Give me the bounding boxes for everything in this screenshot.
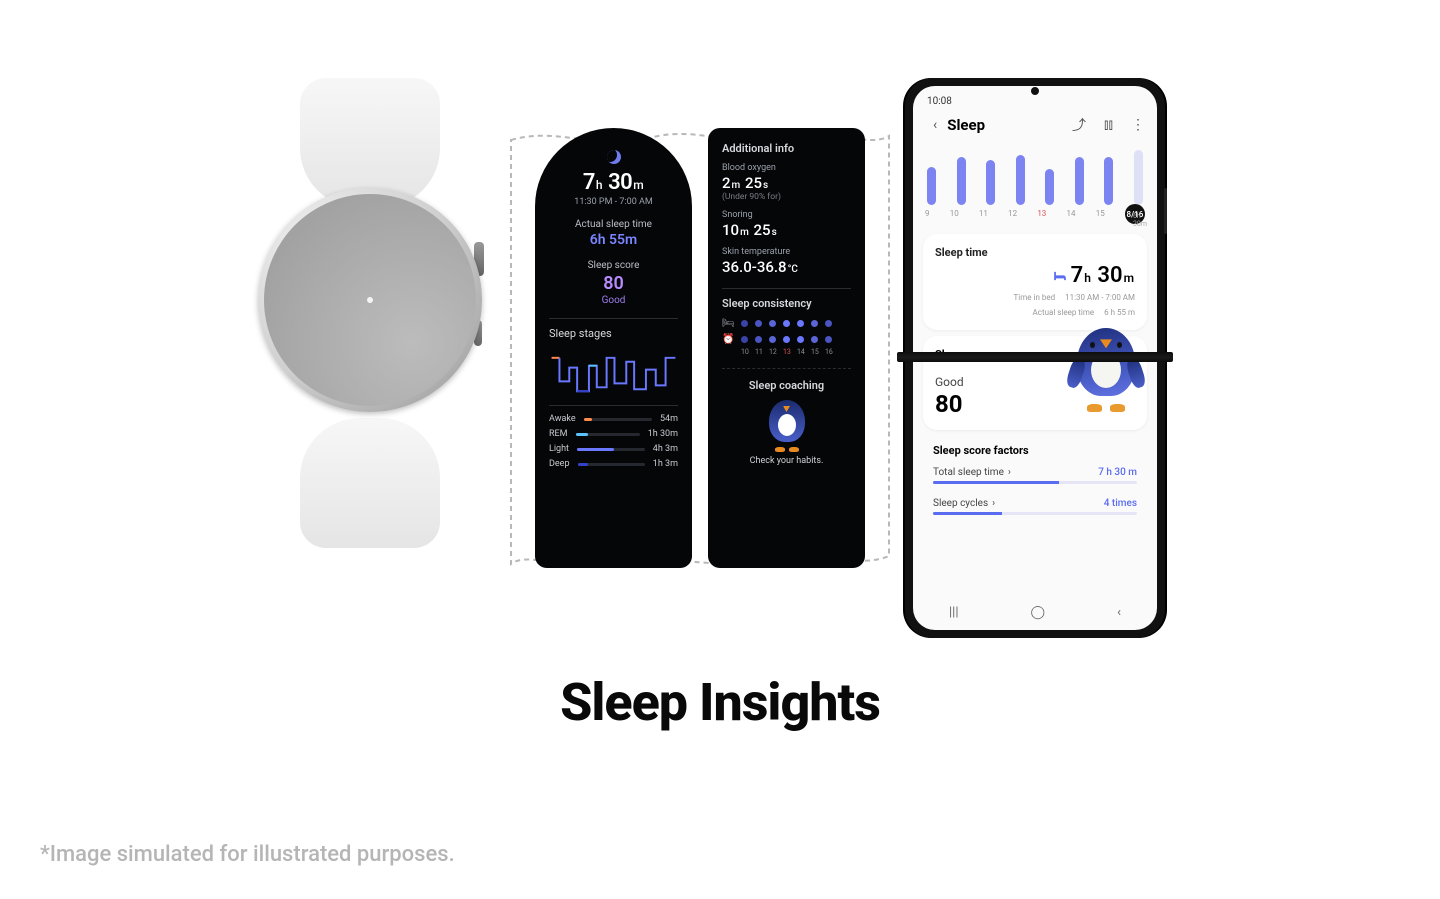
actual-sleep-value: 6h 55m	[549, 232, 678, 248]
nav-recent-icon[interactable]: |||	[949, 605, 959, 620]
camera-notch	[1031, 87, 1039, 95]
sleep-stages-chart	[549, 348, 678, 406]
page-title: Sleep	[947, 116, 1054, 134]
nav-home-icon[interactable]: ◯	[1031, 605, 1046, 620]
share-icon[interactable]: ⤴	[1072, 115, 1086, 135]
sleep-stages-title: Sleep stages	[549, 327, 678, 340]
watch-date: WED16	[272, 271, 468, 286]
actual-sleep-value: 6 h 55 m	[1104, 307, 1135, 318]
watch-tip-top: ✓ Get natural light	[333, 224, 407, 249]
sleep-time-value: 7h 30m	[1071, 263, 1135, 288]
headline: Sleep Insights	[0, 672, 1440, 733]
legend-row-awake: Awake54m	[549, 414, 678, 424]
more-icon[interactable]: ⋮	[1131, 117, 1145, 133]
skin-temp-label: Skin temperature	[722, 247, 851, 257]
coaching-section[interactable]: Sleep coaching Check your habits.	[722, 379, 851, 466]
factor-row-cycles[interactable]: Sleep cycles› 4 times	[933, 498, 1137, 509]
total-sleep: 7h 30m	[549, 170, 678, 195]
blood-oxygen-sub: (Under 90% for)	[722, 192, 851, 202]
time-in-bed-value: 11:30 AM - 7:00 AM	[1065, 292, 1135, 303]
time-in-bed-label: Time in bed	[1014, 292, 1056, 303]
panel-additional-info: Additional info Blood oxygen 2m 25s (Und…	[708, 128, 865, 568]
watch-band-bottom	[300, 418, 440, 548]
consistency-grid: 🛏 ⏰ 10111213141516	[722, 318, 851, 356]
second-hand	[369, 300, 371, 374]
additional-info-title: Additional info	[722, 142, 851, 155]
sleep-time-card[interactable]: Sleep time 7h 30m Time in bed 11:30 AM - …	[923, 234, 1147, 330]
factor-row-total[interactable]: Total sleep time› 7 h 30 m	[933, 467, 1137, 478]
watch-score-label: ⏰ Sleep score 80	[333, 361, 407, 381]
sleep-score-value: 80	[549, 273, 678, 294]
watch-center-pin	[367, 297, 373, 303]
app-header: ‹ Sleep ⤴ ⫾⫾ ⋮	[913, 111, 1157, 145]
back-icon[interactable]: ‹	[933, 117, 937, 133]
score-factors-section: Sleep score factors Total sleep time› 7 …	[923, 440, 1147, 519]
watch-dial[interactable]: 🛏 ✓ ✓ Get natural light WED16 3/7 ⏰ Slee…	[272, 202, 468, 398]
moon-icon	[607, 150, 621, 164]
phone-side-button[interactable]	[1164, 188, 1167, 234]
watch-case: 🛏 ✓ ✓ Get natural light WED16 3/7 ⏰ Slee…	[258, 188, 482, 412]
alarm-icon: ⏰	[722, 334, 734, 345]
sleep-score-label: Sleep score	[549, 260, 678, 271]
stages-legend: Awake54m REM1h 30m Light4h 3m Deep1h 3m	[549, 414, 678, 469]
sleep-score-word: Good	[549, 295, 678, 306]
legend-row-deep: Deep1h 3m	[549, 459, 678, 469]
penguin-icon	[1071, 328, 1141, 410]
disclaimer: *Image simulated for illustrated purpose…	[40, 842, 455, 867]
legend-row-light: Light4h 3m	[549, 444, 678, 454]
legend-row-rem: REM1h 30m	[549, 429, 678, 439]
fold-hinge	[897, 352, 1173, 362]
watch-fraction: 3/7	[413, 295, 428, 306]
chevron-right-icon: ›	[1008, 467, 1011, 478]
chevron-right-icon: ›	[992, 498, 995, 509]
snoring-label: Snoring	[722, 210, 851, 220]
factors-title: Sleep score factors	[933, 444, 1137, 457]
blood-oxygen-label: Blood oxygen	[722, 163, 851, 173]
weekly-chart[interactable]: 6h30m 91011121314158/16	[913, 145, 1157, 228]
actual-sleep-label: Actual sleep time	[1033, 307, 1095, 318]
consistency-title: Sleep consistency	[722, 297, 851, 310]
check-icon: ✓	[308, 254, 322, 268]
skin-temp-value: 36.0-36.8°C	[722, 258, 851, 276]
divider	[722, 288, 851, 289]
bed-icon: 🛏	[319, 242, 333, 256]
coaching-subtitle: Check your habits.	[722, 456, 851, 466]
bed-icon	[1053, 270, 1067, 282]
penguin-icon	[355, 318, 385, 354]
smartwatch: 🛏 ✓ ✓ Get natural light WED16 3/7 ⏰ Slee…	[245, 78, 495, 548]
minute-hand	[369, 266, 426, 301]
stage: 🛏 ✓ ✓ Get natural light WED16 3/7 ⏰ Slee…	[0, 0, 1440, 638]
snoring-value: 10m 25s	[722, 221, 851, 239]
hour-hand	[329, 275, 371, 302]
smartphone: 10:08 ‹ Sleep ⤴ ⫾⫾ ⋮ 6h30m 9101112131415…	[905, 78, 1165, 638]
android-nav-bar: ||| ◯ ‹	[913, 595, 1157, 630]
divider-dashed	[722, 368, 851, 369]
sleep-range: 11:30 PM - 7:00 AM	[549, 197, 678, 207]
penguin-icon	[766, 400, 808, 450]
sleep-time-title: Sleep time	[935, 246, 1135, 259]
watch-ui-panels: 7h 30m 11:30 PM - 7:00 AM Actual sleep t…	[535, 128, 865, 568]
sleep-score-card[interactable]: Sleep score› Good 80	[923, 336, 1147, 430]
signal-icon[interactable]: ⫾⫾	[1104, 117, 1113, 133]
coaching-title: Sleep coaching	[722, 379, 851, 392]
chart-reference-label: 6h30m	[1133, 213, 1147, 228]
panel-sleep-summary: 7h 30m 11:30 PM - 7:00 AM Actual sleep t…	[535, 128, 692, 568]
divider	[549, 318, 678, 319]
nav-back-icon[interactable]: ‹	[1117, 605, 1121, 620]
bed-icon: 🛏	[722, 318, 734, 329]
actual-sleep-label: Actual sleep time	[549, 219, 678, 230]
blood-oxygen-value: 2m 25s	[722, 174, 851, 192]
